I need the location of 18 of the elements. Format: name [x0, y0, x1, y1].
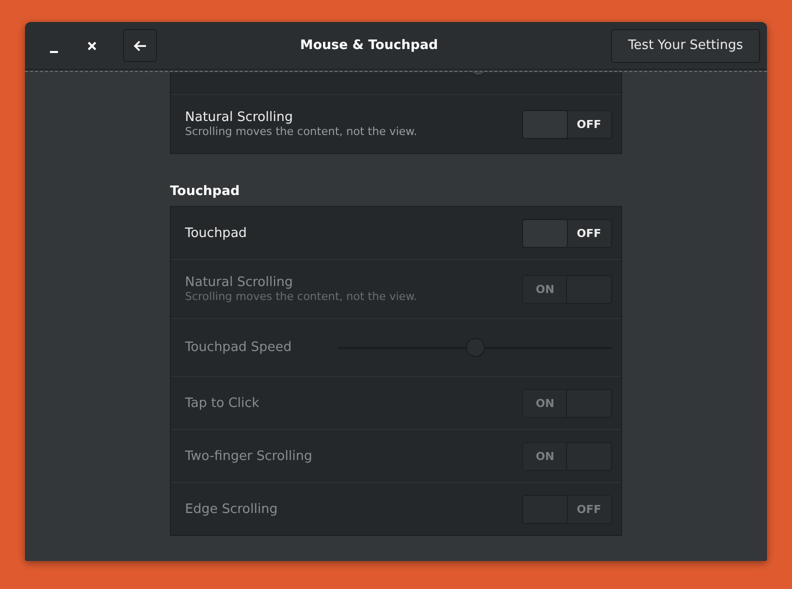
setting-label: Natural Scrolling — [185, 275, 294, 290]
setting-description: Scrolling moves the content, not the view. — [185, 125, 418, 138]
test-settings-button[interactable]: Test Your Settings — [611, 28, 760, 62]
toggle-switch[interactable]: OFF — [522, 110, 612, 138]
back-button[interactable] — [123, 29, 157, 62]
window-title: Mouse & Touchpad — [299, 38, 439, 53]
minimize-icon — [50, 50, 58, 52]
setting-description: Scrolling moves the content, not the view. — [185, 290, 418, 303]
setting-label: Touchpad Speed — [185, 340, 293, 355]
setting-label: Natural Scrolling — [185, 110, 294, 125]
close-icon — [87, 40, 97, 50]
back-arrow-icon — [133, 40, 147, 52]
setting-label: Two-finger Scrolling — [185, 448, 314, 464]
section-heading: Touchpad — [170, 184, 241, 199]
setting-label: Edge Scrolling — [185, 502, 279, 516]
toggle-switch[interactable]: OFF — [522, 218, 612, 248]
setting-label: Touchpad — [185, 226, 248, 240]
setting-label: Tap to Click — [185, 396, 260, 410]
